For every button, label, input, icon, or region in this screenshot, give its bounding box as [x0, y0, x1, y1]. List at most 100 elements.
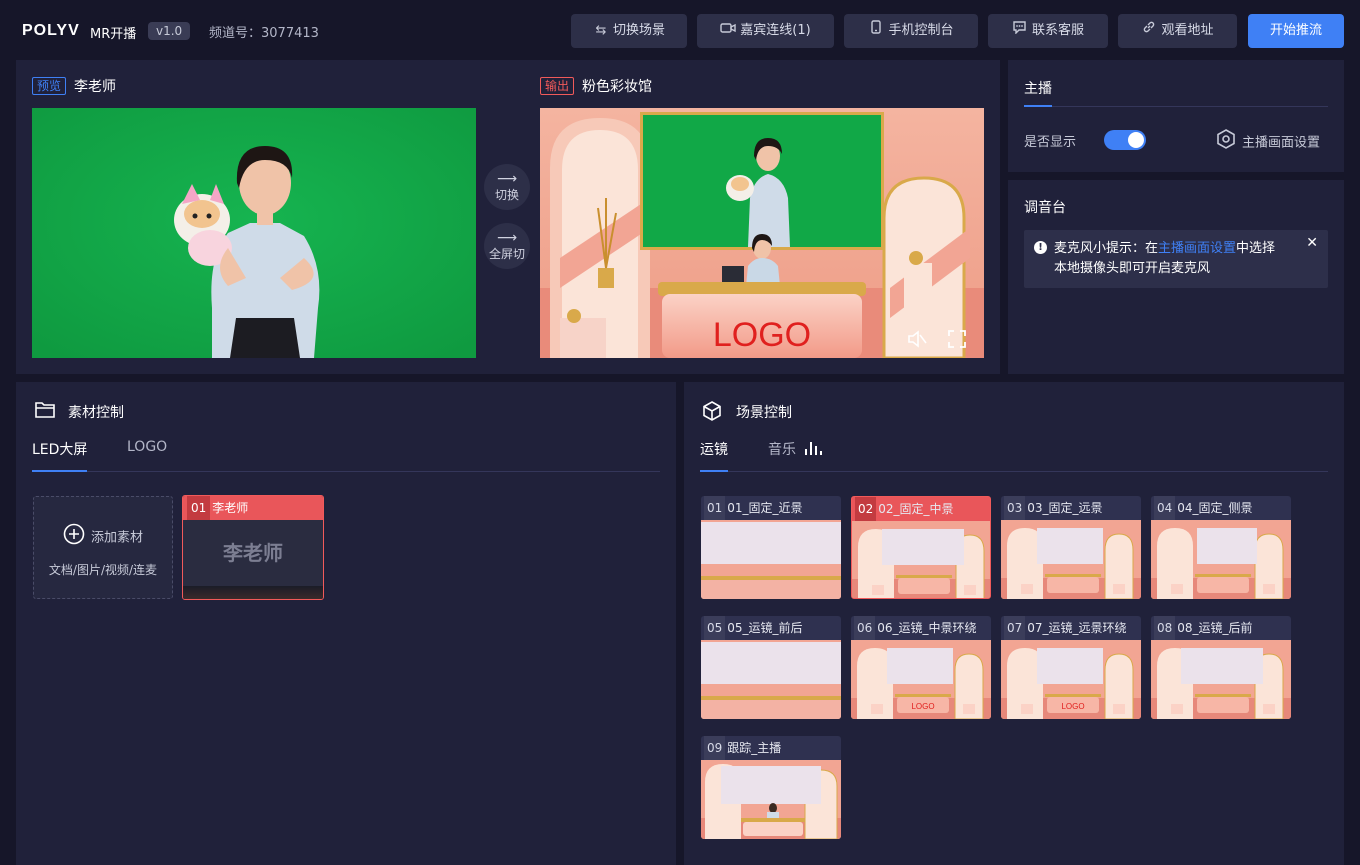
scene-card[interactable]: 02 02_固定_中景	[851, 496, 991, 599]
camera-icon	[720, 14, 736, 48]
desk-logo-text: LOGO	[713, 316, 811, 354]
scene-card-header: 07 07_运镜_远景环绕	[1001, 616, 1141, 640]
material-title: 素材控制	[68, 405, 124, 421]
swap-icon: ⇆	[595, 23, 607, 38]
scene-card-header: 01 01_固定_近景	[701, 496, 841, 520]
host-settings-link[interactable]: 主播画面设置	[1158, 241, 1236, 256]
scene-thumbnail: LOGO	[1001, 640, 1141, 719]
mic-tip-box: ! 麦克风小提示：在主播画面设置中选择 本地摄像头即可开启麦克风 ✕	[1024, 230, 1328, 288]
cube-icon	[702, 400, 722, 426]
scene-thumbnail	[1151, 520, 1291, 599]
contact-support-button[interactable]: 联系客服	[988, 14, 1108, 48]
output-tag: 输出	[540, 77, 575, 95]
mixer-panel: 调音台 ! 麦克风小提示：在主播画面设置中选择 本地摄像头即可开启麦克风 ✕	[1008, 180, 1344, 374]
scene-tab-underline	[700, 470, 728, 472]
top-bar: POLYV MR开播 v1.0 频道号：3077413 ⇆ 切换场景 嘉宾连线(1…	[0, 0, 1360, 60]
start-stream-button[interactable]: 开始推流	[1248, 14, 1344, 48]
product-name: MR开播	[90, 27, 137, 42]
toggle-knob	[1128, 132, 1144, 148]
presenter-video	[32, 108, 476, 358]
tab-camera-moves[interactable]: 运镜	[700, 439, 728, 459]
scene-card[interactable]: 05 05_运镜_前后	[701, 616, 841, 719]
polyv-logo: POLYV	[22, 22, 80, 39]
chat-icon	[1012, 14, 1028, 48]
scene-card-header: 02 02_固定_中景	[852, 497, 990, 521]
channel-number: 频道号：3077413	[209, 26, 319, 41]
fullscreen-switch-button[interactable]: ⟶ 全屏切	[484, 223, 530, 269]
mobile-console-button[interactable]: 手机控制台	[844, 14, 978, 48]
phone-icon	[868, 14, 884, 48]
plus-circle-icon	[63, 523, 85, 549]
add-material-card[interactable]: 添加素材 文档/图片/视频/连麦	[33, 496, 173, 599]
host-panel: 主播 是否显示 主播画面设置	[1008, 60, 1344, 172]
add-material-hint: 文档/图片/视频/连麦	[48, 563, 158, 577]
mute-icon[interactable]	[906, 328, 928, 350]
scene-card-header: 06 06_运镜_中景环绕	[851, 616, 991, 640]
host-tab-divider	[1024, 106, 1328, 107]
scene-card[interactable]: 09 跟踪_主播	[701, 736, 841, 839]
scene-control-panel: 场景控制 运镜 音乐 01 01_固定_近景 02 02_固定_中景 03 03_固定_远…	[684, 382, 1344, 865]
folder-icon	[34, 400, 56, 424]
scene-card[interactable]: 04 04_固定_侧景	[1151, 496, 1291, 599]
guest-connect-button[interactable]: 嘉宾连线(1)	[697, 14, 834, 48]
host-tab-underline	[1024, 105, 1052, 107]
watch-url-button[interactable]: 观看地址	[1118, 14, 1237, 48]
equalizer-icon	[804, 440, 823, 460]
material-item-card[interactable]: 01 李老师 李老师	[182, 495, 324, 600]
scene-card[interactable]: 01 01_固定_近景	[701, 496, 841, 599]
arrow-right-icon: ⟶	[496, 230, 518, 246]
scene-card-header: 03 03_固定_远景	[1001, 496, 1141, 520]
preview-label: 预览 李老师	[32, 76, 116, 96]
scene-thumbnail	[701, 520, 841, 599]
mr-live-console: POLYV MR开播 v1.0 频道号：3077413 ⇆ 切换场景 嘉宾连线(1…	[0, 0, 1360, 865]
scene-thumbnail	[701, 760, 841, 839]
material-control-panel: 素材控制 LED大屏 LOGO 添加素材 文档/图片/视频/连麦 01 李老师 李…	[16, 382, 676, 865]
host-tab[interactable]: 主播	[1024, 78, 1052, 98]
preview-screen[interactable]	[32, 108, 476, 358]
link-icon	[1141, 14, 1157, 48]
output-label: 输出 粉色彩妆馆	[540, 76, 652, 96]
tab-led-screen[interactable]: LED大屏	[32, 439, 87, 459]
output-name: 粉色彩妆馆	[582, 79, 653, 95]
display-toggle-label: 是否显示	[1024, 135, 1077, 150]
scene-card-header: 09 跟踪_主播	[701, 736, 841, 760]
scene-card-header: 05 05_运镜_前后	[701, 616, 841, 640]
mic-tip-text: 麦克风小提示：在主播画面设置中选择 本地摄像头即可开启麦克风	[1054, 241, 1276, 276]
version-badge: v1.0	[148, 22, 191, 40]
preview-tag: 预览	[32, 77, 67, 95]
mixer-title: 调音台	[1024, 200, 1066, 216]
preview-output-panel: 预览 李老师 输出 粉色彩妆馆 ⟶ 切换 ⟶ 全屏切 LOGO	[16, 60, 1000, 374]
arrow-right-icon: ⟶	[496, 171, 518, 187]
scene-card[interactable]: 03 03_固定_远景	[1001, 496, 1141, 599]
tab-music[interactable]: 音乐	[768, 439, 823, 460]
tab-logo[interactable]: LOGO	[127, 439, 167, 455]
scene-thumbnail	[1151, 640, 1291, 719]
fullscreen-icon[interactable]	[946, 328, 968, 350]
switch-scene-button[interactable]: ⇆ 切换场景	[571, 14, 687, 48]
svg-text:LOGO: LOGO	[911, 702, 934, 711]
scene-card[interactable]: 07 07_运镜_远景环绕 LOGO	[1001, 616, 1141, 719]
scene-card-header: 04 04_固定_侧景	[1151, 496, 1291, 520]
svg-text:LOGO: LOGO	[1061, 702, 1084, 711]
scene-card[interactable]: 08 08_运镜_后前	[1151, 616, 1291, 719]
scene-thumbnail	[701, 640, 841, 719]
studio-scene: LOGO	[540, 108, 984, 358]
scene-card[interactable]: 06 06_运镜_中景环绕 LOGO	[851, 616, 991, 719]
scene-thumbnail: LOGO	[851, 640, 991, 719]
host-settings-button[interactable]: 主播画面设置	[1216, 129, 1320, 153]
alert-icon: !	[1034, 241, 1047, 254]
switch-button[interactable]: ⟶ 切换	[484, 164, 530, 210]
material-item-preview: 李老师	[183, 520, 323, 586]
close-icon[interactable]: ✕	[1306, 235, 1318, 251]
material-tab-divider	[32, 471, 660, 472]
material-tab-underline	[32, 470, 87, 472]
scene-title: 场景控制	[736, 405, 792, 421]
scene-tab-divider	[700, 471, 1328, 472]
scene-thumbnail	[852, 521, 990, 598]
output-screen[interactable]: LOGO	[540, 108, 984, 358]
scene-thumbnail	[1001, 520, 1141, 599]
hexagon-settings-icon	[1216, 129, 1236, 153]
material-item-header: 01 李老师	[183, 496, 323, 520]
display-toggle[interactable]	[1104, 130, 1146, 150]
preview-name: 李老师	[74, 79, 117, 95]
